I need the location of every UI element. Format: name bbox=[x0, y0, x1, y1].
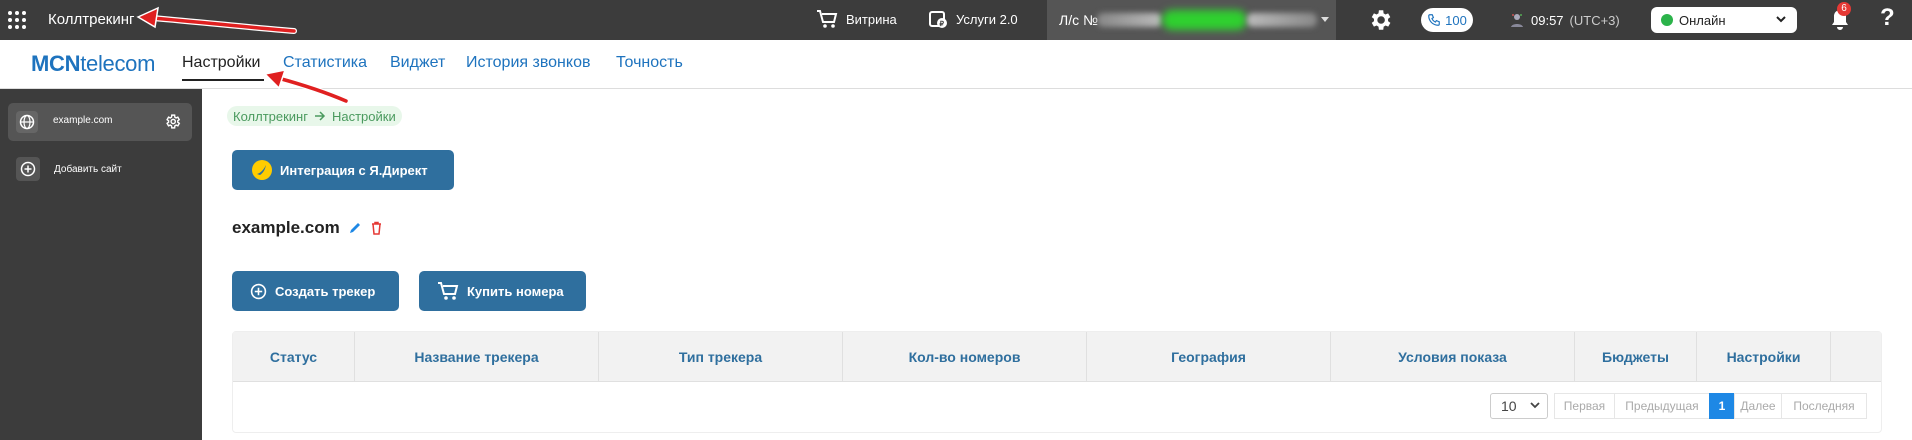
account-label: Л/с № bbox=[1059, 12, 1098, 28]
active-tab-indicator bbox=[182, 79, 264, 81]
create-tracker-label: Создать трекер bbox=[275, 283, 376, 299]
per-page-value: 10 bbox=[1501, 398, 1517, 414]
svg-text:₽: ₽ bbox=[940, 20, 945, 28]
add-site-button[interactable]: Добавить сайт bbox=[16, 157, 196, 183]
column-header[interactable]: Кол-во номеров bbox=[843, 332, 1087, 381]
chevron-down-icon bbox=[1530, 402, 1540, 409]
tab-statistics[interactable]: Статистика bbox=[283, 54, 367, 72]
column-header[interactable]: Условия показа bbox=[1331, 332, 1575, 381]
vitrina-link[interactable]: Витрина bbox=[816, 9, 897, 29]
services-link[interactable]: ₽ Услуги 2.0 bbox=[928, 9, 1018, 29]
sidebar-site-item[interactable]: example.com bbox=[8, 103, 192, 141]
arrow-right-icon bbox=[314, 111, 326, 121]
page-next-button[interactable]: Далее bbox=[1734, 393, 1782, 419]
column-header[interactable]: Бюджеты bbox=[1575, 332, 1697, 381]
account-selector[interactable]: Л/с № bbox=[1047, 0, 1336, 40]
user-icon bbox=[1511, 14, 1523, 27]
main-nav: MCNtelecom Настройки Статистика Виджет И… bbox=[0, 40, 1912, 89]
status-value: Онлайн bbox=[1679, 13, 1726, 28]
table-header: Статус Название трекера Тип трекера Кол-… bbox=[233, 332, 1881, 382]
cart-icon bbox=[438, 282, 459, 300]
create-tracker-button[interactable]: Создать трекер bbox=[232, 271, 399, 311]
page-prev-button[interactable]: Предыдущая bbox=[1614, 393, 1710, 419]
plus-circle-icon bbox=[250, 283, 267, 299]
tab-accuracy[interactable]: Точность bbox=[616, 54, 683, 72]
trash-icon[interactable] bbox=[370, 221, 383, 235]
clock: 09:57 (UTC+3) bbox=[1509, 12, 1620, 28]
column-header[interactable]: Название трекера bbox=[355, 332, 599, 381]
services-label: Услуги 2.0 bbox=[956, 11, 1018, 27]
breadcrumb-item: Настройки bbox=[331, 108, 396, 124]
column-header[interactable]: Настройки bbox=[1697, 332, 1831, 381]
buy-numbers-label: Купить номера bbox=[467, 283, 564, 299]
vitrina-label: Витрина bbox=[846, 11, 897, 27]
timezone-value: (UTC+3) bbox=[1569, 12, 1620, 28]
tab-call-history[interactable]: История звонков bbox=[466, 54, 590, 72]
services-icon: ₽ bbox=[929, 11, 947, 28]
globe-icon bbox=[16, 111, 38, 133]
phone-icon bbox=[1428, 14, 1440, 26]
site-settings-gear-icon[interactable] bbox=[164, 113, 181, 130]
sites-sidebar: example.com Добавить сайт bbox=[0, 89, 202, 440]
integration-button-label: Интеграция с Я.Директ bbox=[280, 162, 428, 178]
per-page-select[interactable]: 10 bbox=[1490, 393, 1548, 419]
account-number-redacted bbox=[1247, 13, 1317, 27]
tab-settings[interactable]: Настройки bbox=[182, 54, 260, 72]
help-icon[interactable]: ? bbox=[1880, 4, 1895, 32]
mcn-logo[interactable]: MCNtelecom bbox=[31, 51, 155, 77]
breadcrumb-item[interactable]: Коллтрекинг bbox=[233, 109, 308, 124]
phone-count: 100 bbox=[1445, 12, 1467, 28]
trackers-table: Статус Название трекера Тип трекера Кол-… bbox=[232, 331, 1882, 433]
site-title-text: example.com bbox=[232, 218, 340, 237]
yandex-direct-integration-button[interactable]: Интеграция с Я.Директ bbox=[232, 150, 454, 190]
app-title[interactable]: Коллтрекинг bbox=[48, 11, 135, 28]
page-current-button[interactable]: 1 bbox=[1709, 393, 1735, 419]
apps-grid-icon[interactable] bbox=[8, 11, 26, 29]
time-value: 09:57 bbox=[1531, 12, 1564, 28]
page-last-button[interactable]: Последняя bbox=[1781, 393, 1867, 419]
gear-icon[interactable] bbox=[1367, 7, 1393, 33]
phone-lines-badge[interactable]: 100 bbox=[1421, 8, 1473, 32]
page-first-button[interactable]: Первая bbox=[1554, 393, 1615, 419]
online-status-dot bbox=[1661, 14, 1673, 26]
column-header[interactable]: География bbox=[1087, 332, 1331, 381]
sidebar-site-name: example.com bbox=[53, 115, 113, 126]
pencil-icon[interactable] bbox=[348, 221, 362, 235]
plus-circle-icon bbox=[16, 157, 40, 181]
column-header[interactable]: Статус bbox=[233, 332, 355, 381]
add-site-label: Добавить сайт bbox=[54, 164, 122, 175]
breadcrumb: Коллтрекинг Настройки bbox=[227, 106, 402, 126]
cart-icon bbox=[817, 10, 838, 28]
site-title: example.com bbox=[232, 218, 383, 238]
top-bar: Коллтрекинг Витрина ₽ Услуги 2.0 Л/с № 1… bbox=[0, 0, 1912, 40]
account-number-redacted bbox=[1097, 13, 1162, 27]
online-status-select[interactable]: Онлайн bbox=[1651, 7, 1797, 33]
chevron-down-icon bbox=[1776, 16, 1786, 23]
column-header[interactable]: Тип трекера bbox=[599, 332, 843, 381]
tab-widget[interactable]: Виджет bbox=[390, 54, 445, 72]
chevron-down-icon bbox=[1321, 17, 1329, 22]
yandex-direct-icon bbox=[252, 160, 272, 180]
notifications-badge: 6 bbox=[1837, 2, 1851, 16]
buy-numbers-button[interactable]: Купить номера bbox=[419, 271, 586, 311]
account-number-redacted bbox=[1162, 10, 1247, 30]
pagination: Первая Предыдущая 1 Далее Последняя bbox=[1554, 393, 1867, 419]
